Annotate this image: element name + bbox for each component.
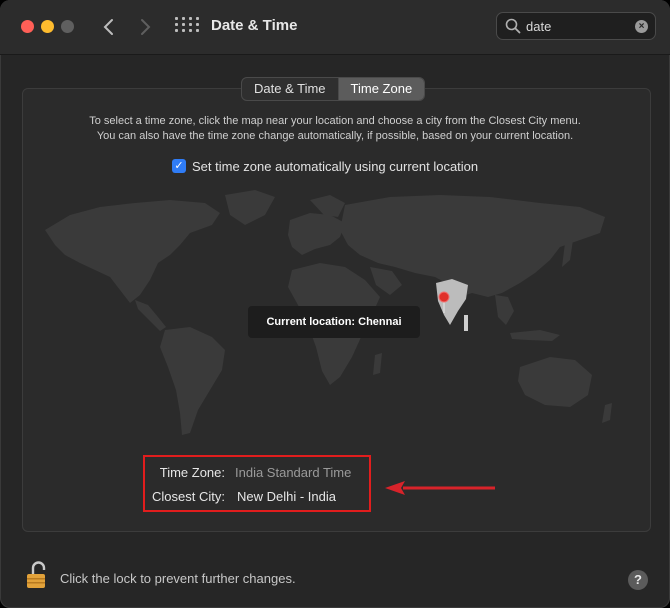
timezone-strip [464,315,468,331]
clear-icon[interactable]: × [635,20,648,33]
arrow-left-icon [385,481,495,495]
zoom-window-button[interactable] [61,20,74,33]
system-preferences-window: Date & Time × Date & Time Time Zone To s… [0,0,670,608]
search-input[interactable] [526,17,626,35]
show-all-button[interactable] [175,17,199,37]
time-zone-label: Time Zone: [159,465,225,480]
current-location-tooltip: Current location: Chennai [248,306,420,338]
chevron-right-icon [141,19,151,35]
auto-timezone-label: Set time zone automatically using curren… [192,158,479,174]
closest-city-popup[interactable]: New Delhi - India [237,489,336,504]
window-title: Date & Time [211,17,298,34]
tab-time-zone[interactable]: Time Zone [337,78,425,100]
tab-date-time[interactable]: Date & Time [242,78,338,100]
help-line-2: You can also have the time zone change a… [96,130,574,142]
back-button[interactable] [97,15,121,39]
close-window-button[interactable] [21,20,34,33]
help-button[interactable]: ? [628,570,648,590]
tab-bar: Date & Time Time Zone [241,77,426,101]
time-zone-help-text: To select a time zone, click the map nea… [40,114,630,144]
time-zone-value: India Standard Time [235,465,352,480]
timezone-info-highlight: Time Zone: India Standard Time Closest C… [143,455,371,512]
closest-city-label: Closest City: [152,489,225,504]
lock-text: Click the lock to prevent further change… [60,571,296,586]
india-highlight [436,279,468,325]
search-field[interactable]: × [496,12,656,40]
chevron-left-icon [103,19,113,35]
search-icon [505,18,521,34]
auto-timezone-row[interactable]: ✓ Set time zone automatically using curr… [172,157,478,175]
lock-open-icon[interactable] [25,560,49,590]
title-bar: Date & Time × [0,0,670,55]
auto-timezone-checkbox[interactable]: ✓ [172,159,186,173]
help-line-1: To select a time zone, click the map nea… [89,115,581,127]
forward-button[interactable] [133,15,157,39]
minimize-window-button[interactable] [41,20,54,33]
